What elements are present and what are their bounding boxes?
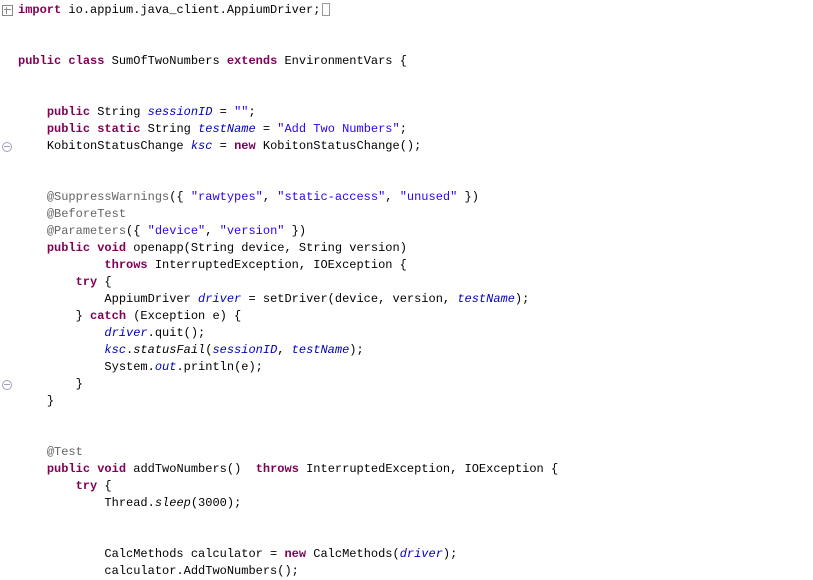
brace: {: [97, 479, 111, 493]
keyword-catch: catch: [90, 309, 126, 323]
annotation-suppress: @SuppressWarnings: [47, 190, 169, 204]
arg-testname: testName: [457, 292, 515, 306]
string-literal: "unused": [400, 190, 458, 204]
assign: =: [256, 122, 278, 136]
keyword-public: public: [47, 105, 90, 119]
obj-driver: driver: [104, 326, 147, 340]
thread: Thread.: [104, 496, 154, 510]
annotation-beforetest: @BeforeTest: [47, 207, 126, 221]
expand-icon[interactable]: [2, 5, 13, 16]
signature: (String device, String version): [184, 241, 407, 255]
string-literal: "Add Two Numbers": [277, 122, 399, 136]
keyword-throws: throws: [104, 258, 147, 272]
type: AppiumDriver: [104, 292, 198, 306]
fold-indicator[interactable]: [322, 3, 330, 16]
call-println: .println(e);: [176, 360, 262, 374]
keyword-import: import: [18, 3, 61, 17]
keyword-new: new: [234, 139, 256, 153]
type: String: [140, 122, 198, 136]
type: CalcMethods: [104, 547, 190, 561]
class-name: SumOfTwoNumbers: [104, 54, 226, 68]
arg-testname: testName: [292, 343, 350, 357]
keyword-class: class: [68, 54, 104, 68]
paren: ({: [169, 190, 191, 204]
keyword-public: public: [47, 122, 90, 136]
method-statusfail: statusFail: [133, 343, 205, 357]
keyword-extends: extends: [227, 54, 277, 68]
superclass-name: EnvironmentVars {: [277, 54, 407, 68]
method-addtwonumbers: addTwoNumbers: [126, 462, 227, 476]
comma: ,: [263, 190, 277, 204]
comma: ,: [205, 224, 219, 238]
signature: (): [227, 462, 256, 476]
collapse-icon[interactable]: [2, 142, 12, 152]
method-sleep: sleep: [155, 496, 191, 510]
collapse-icon[interactable]: [2, 380, 12, 390]
string-literal: "": [234, 105, 248, 119]
keyword-static: static: [97, 122, 140, 136]
type: KobitonStatusChange: [47, 139, 191, 153]
keyword-throws: throws: [256, 462, 299, 476]
call: = setDriver(device, version,: [241, 292, 457, 306]
keyword-void: void: [97, 462, 126, 476]
assign: =: [212, 139, 234, 153]
arg-driver: driver: [400, 547, 443, 561]
field-ksc: ksc: [191, 139, 213, 153]
var-calculator: calculator: [191, 547, 263, 561]
keyword-public: public: [47, 241, 90, 255]
annotation-test: @Test: [47, 445, 83, 459]
comma: ,: [277, 343, 291, 357]
field-testname: testName: [198, 122, 256, 136]
assign: =: [263, 547, 285, 561]
code-area[interactable]: import io.appium.java_client.AppiumDrive…: [14, 0, 558, 580]
paren: }): [284, 224, 306, 238]
end: );: [515, 292, 529, 306]
call-addtwonumbers: .AddTwoNumbers();: [176, 564, 298, 578]
out: out: [155, 360, 177, 374]
paren: );: [443, 547, 457, 561]
keyword-try: try: [76, 479, 98, 493]
call-quit: .quit();: [148, 326, 206, 340]
keyword-public: public: [47, 462, 90, 476]
field-sessionid: sessionID: [148, 105, 213, 119]
paren: ({: [126, 224, 148, 238]
args: (3000);: [191, 496, 241, 510]
keyword-void: void: [97, 241, 126, 255]
arg-sessionid: sessionID: [212, 343, 277, 357]
keyword-new: new: [284, 547, 306, 561]
catch-sig: (Exception e) {: [126, 309, 241, 323]
keyword-try: try: [76, 275, 98, 289]
exceptions: InterruptedException, IOException {: [299, 462, 558, 476]
constructor: KobitonStatusChange();: [256, 139, 422, 153]
var-driver: driver: [198, 292, 241, 306]
system: System.: [104, 360, 154, 374]
constructor: CalcMethods(: [306, 547, 400, 561]
string-literal: "rawtypes": [191, 190, 263, 204]
code-editor: import io.appium.java_client.AppiumDrive…: [0, 0, 813, 580]
semicolon: ;: [248, 105, 255, 119]
paren: }): [457, 190, 479, 204]
brace: {: [97, 275, 111, 289]
type: String: [90, 105, 148, 119]
string-literal: "version": [220, 224, 285, 238]
annotation-parameters: @Parameters: [47, 224, 126, 238]
keyword-public: public: [18, 54, 61, 68]
obj-ksc: ksc: [104, 343, 126, 357]
paren: );: [349, 343, 363, 357]
semicolon: ;: [400, 122, 407, 136]
assign: =: [212, 105, 234, 119]
string-literal: "static-access": [277, 190, 385, 204]
gutter: [0, 0, 14, 580]
brace: }: [76, 377, 83, 391]
brace: }: [47, 394, 54, 408]
obj-calculator: calculator: [104, 564, 176, 578]
import-path: io.appium.java_client.AppiumDriver;: [61, 3, 320, 17]
comma: ,: [385, 190, 399, 204]
string-literal: "device": [148, 224, 206, 238]
brace: }: [76, 309, 90, 323]
method-openapp: openapp: [126, 241, 184, 255]
exceptions: InterruptedException, IOException {: [148, 258, 407, 272]
